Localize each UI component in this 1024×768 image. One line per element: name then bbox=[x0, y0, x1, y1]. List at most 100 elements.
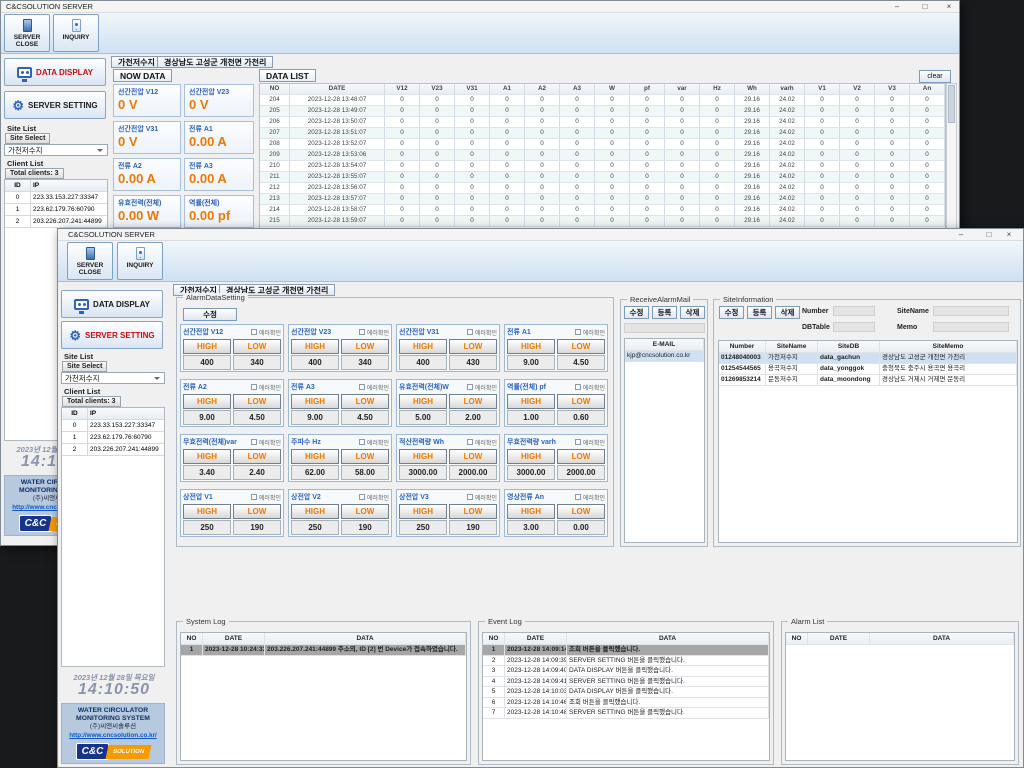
inquiry-button[interactable]: INQUIRY bbox=[117, 242, 163, 280]
checkbox[interactable] bbox=[251, 439, 257, 445]
checkbox[interactable] bbox=[251, 384, 257, 390]
low-button[interactable]: LOW bbox=[557, 504, 605, 519]
low-button[interactable]: LOW bbox=[341, 394, 389, 409]
log-row[interactable]: 22023-12-28 14:09:39SERVER SETTING 버튼을 클… bbox=[483, 656, 769, 667]
high-button[interactable]: HIGH bbox=[507, 449, 555, 464]
checkbox[interactable] bbox=[359, 494, 365, 500]
nav-data-display[interactable]: DATA DISPLAY bbox=[4, 58, 106, 86]
titlebar[interactable]: C&CSOLUTION SERVER – □ × bbox=[58, 229, 1023, 241]
site-select-dropdown[interactable]: 가천저수지 bbox=[4, 144, 108, 156]
email-input[interactable] bbox=[624, 323, 705, 333]
vertical-scrollbar[interactable] bbox=[946, 83, 957, 229]
log-row[interactable]: 32023-12-28 14:09:40DATA DISPLAY 버튼을 클릭했… bbox=[483, 666, 769, 677]
high-button[interactable]: HIGH bbox=[399, 339, 447, 354]
high-button[interactable]: HIGH bbox=[507, 504, 555, 519]
low-button[interactable]: LOW bbox=[449, 339, 497, 354]
checkbox[interactable] bbox=[575, 494, 581, 500]
high-button[interactable]: HIGH bbox=[399, 394, 447, 409]
edit-button[interactable]: 수정 bbox=[183, 308, 237, 321]
site-row[interactable]: 01269853214문동저수지data_moondong경상남도 거제시 거제… bbox=[719, 375, 1017, 386]
client-row[interactable]: 0223.33.153.227:33347 bbox=[5, 192, 107, 204]
checkbox[interactable] bbox=[359, 439, 365, 445]
close-icon[interactable]: × bbox=[941, 1, 957, 12]
log-row[interactable]: 52023-12-28 14:10:03DATA DISPLAY 버튼을 클릭했… bbox=[483, 687, 769, 698]
checkbox[interactable] bbox=[359, 384, 365, 390]
number-input[interactable] bbox=[833, 306, 875, 316]
table-row[interactable]: 2052023-12-28 13:49:07000000000029.1624.… bbox=[260, 106, 945, 117]
mail-edit-button[interactable]: 수정 bbox=[624, 306, 649, 319]
table-row[interactable]: 2102023-12-28 13:54:07000000000029.1624.… bbox=[260, 161, 945, 172]
high-button[interactable]: HIGH bbox=[183, 449, 231, 464]
server-close-button[interactable]: SERVER CLOSE bbox=[4, 14, 50, 52]
client-row[interactable]: 2203.226.207.241:44899 bbox=[5, 216, 107, 228]
high-button[interactable]: HIGH bbox=[183, 504, 231, 519]
log-row[interactable]: 12023-12-28 10:24:33203.226.207.241:4489… bbox=[181, 645, 466, 656]
table-row[interactable]: 2152023-12-28 13:59:07000000000029.1624.… bbox=[260, 216, 945, 227]
site-select-label[interactable]: Site Select bbox=[62, 361, 107, 372]
site-select-label[interactable]: Site Select bbox=[5, 133, 50, 144]
high-button[interactable]: HIGH bbox=[291, 339, 339, 354]
low-button[interactable]: LOW bbox=[557, 339, 605, 354]
high-button[interactable]: HIGH bbox=[399, 449, 447, 464]
maximize-icon[interactable]: □ bbox=[917, 1, 933, 12]
checkbox[interactable] bbox=[467, 494, 473, 500]
email-row[interactable]: kjp@cncsolution.co.kr bbox=[625, 351, 704, 362]
high-button[interactable]: HIGH bbox=[399, 504, 447, 519]
table-row[interactable]: 2112023-12-28 13:55:07000000000029.1624.… bbox=[260, 172, 945, 183]
low-button[interactable]: LOW bbox=[449, 394, 497, 409]
table-row[interactable]: 2082023-12-28 13:52:07000000000029.1624.… bbox=[260, 139, 945, 150]
high-button[interactable]: HIGH bbox=[507, 339, 555, 354]
client-row[interactable]: 2203.226.207.241:44899 bbox=[62, 444, 164, 456]
clear-button[interactable]: clear bbox=[919, 70, 951, 83]
low-button[interactable]: LOW bbox=[449, 504, 497, 519]
checkbox[interactable] bbox=[467, 439, 473, 445]
table-row[interactable]: 2092023-12-28 13:53:06000000000029.1624.… bbox=[260, 150, 945, 161]
checkbox[interactable] bbox=[575, 329, 581, 335]
client-row[interactable]: 1223.62.179.76:60790 bbox=[62, 432, 164, 444]
high-button[interactable]: HIGH bbox=[291, 504, 339, 519]
low-button[interactable]: LOW bbox=[341, 449, 389, 464]
nav-data-display[interactable]: DATA DISPLAY bbox=[61, 290, 163, 318]
high-button[interactable]: HIGH bbox=[507, 394, 555, 409]
site-delete-button[interactable]: 삭제 bbox=[775, 306, 800, 319]
mail-delete-button[interactable]: 삭제 bbox=[680, 306, 705, 319]
minimize-icon[interactable]: – bbox=[889, 1, 905, 12]
db-table-input[interactable] bbox=[833, 322, 875, 332]
site-edit-button[interactable]: 수정 bbox=[719, 306, 744, 319]
table-row[interactable]: 2132023-12-28 13:57:07000000000029.1624.… bbox=[260, 194, 945, 205]
log-row[interactable]: 62023-12-28 14:10:46조회 버튼을 클릭했습니다. bbox=[483, 698, 769, 709]
low-button[interactable]: LOW bbox=[341, 504, 389, 519]
inquiry-button[interactable]: INQUIRY bbox=[53, 14, 99, 52]
site-register-button[interactable]: 등록 bbox=[747, 306, 772, 319]
checkbox[interactable] bbox=[467, 384, 473, 390]
log-row[interactable]: 12023-12-28 14:09:14조회 버튼을 클릭했습니다. bbox=[483, 645, 769, 656]
checkbox[interactable] bbox=[467, 329, 473, 335]
table-row[interactable]: 2042023-12-28 13:48:07000000000029.1624.… bbox=[260, 95, 945, 106]
checkbox[interactable] bbox=[359, 329, 365, 335]
nav-server-setting[interactable]: ⚙ SERVER SETTING bbox=[4, 91, 106, 119]
tab-site-address[interactable]: 경상남도 고성군 개천면 가천리 bbox=[157, 56, 273, 68]
log-row[interactable]: 42023-12-28 14:09:41SERVER SETTING 버튼을 클… bbox=[483, 677, 769, 688]
log-row[interactable]: 72023-12-28 14:10:48SERVER SETTING 버튼을 클… bbox=[483, 708, 769, 719]
table-row[interactable]: 2122023-12-28 13:56:07000000000029.1624.… bbox=[260, 183, 945, 194]
checkbox[interactable] bbox=[251, 494, 257, 500]
table-row[interactable]: 2062023-12-28 13:50:07000000000029.1624.… bbox=[260, 117, 945, 128]
server-close-button[interactable]: SERVER CLOSE bbox=[67, 242, 113, 280]
checkbox[interactable] bbox=[575, 439, 581, 445]
high-button[interactable]: HIGH bbox=[291, 449, 339, 464]
minimize-icon[interactable]: – bbox=[953, 229, 969, 240]
high-button[interactable]: HIGH bbox=[183, 394, 231, 409]
low-button[interactable]: LOW bbox=[557, 394, 605, 409]
site-row[interactable]: 01254544565용곡저수지data_yonggok충청북도 충주시 용곡면… bbox=[719, 364, 1017, 375]
client-row[interactable]: 0223.33.153.227:33347 bbox=[62, 420, 164, 432]
low-button[interactable]: LOW bbox=[341, 339, 389, 354]
low-button[interactable]: LOW bbox=[233, 504, 281, 519]
client-row[interactable]: 1223.62.179.76:60790 bbox=[5, 204, 107, 216]
mail-register-button[interactable]: 등록 bbox=[652, 306, 677, 319]
checkbox[interactable] bbox=[575, 384, 581, 390]
company-link[interactable]: http://www.cncsolution.co.kr/ bbox=[62, 731, 164, 740]
low-button[interactable]: LOW bbox=[557, 449, 605, 464]
maximize-icon[interactable]: □ bbox=[981, 229, 997, 240]
close-icon[interactable]: × bbox=[1001, 229, 1017, 240]
low-button[interactable]: LOW bbox=[233, 449, 281, 464]
